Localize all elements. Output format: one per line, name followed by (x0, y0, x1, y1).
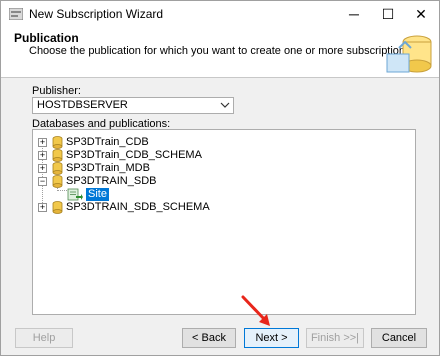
close-button[interactable]: ✕ (401, 1, 440, 28)
tree-item-label: SP3DTrain_CDB (66, 136, 149, 148)
app-icon (9, 8, 23, 20)
publication-icon (67, 188, 83, 201)
red-arrow-icon (241, 295, 270, 326)
tree-item-label: SP3DTRAIN_SDB (66, 175, 157, 187)
wizard-header: Publication Choose the publication for w… (1, 28, 439, 78)
expand-icon[interactable]: + (38, 137, 47, 147)
expand-icon[interactable]: + (38, 202, 47, 212)
database-icon (52, 162, 63, 175)
tree-connector (57, 190, 67, 191)
collapse-icon[interactable]: − (38, 176, 47, 186)
page-subtitle: Choose the publication for which you wan… (29, 45, 414, 57)
cancel-button[interactable]: Cancel (371, 328, 427, 348)
page-title: Publication (14, 31, 79, 45)
title-bar: New Subscription Wizard ─ ☐ ✕ (1, 1, 439, 28)
publisher-value: HOSTDBSERVER (37, 99, 128, 111)
database-icon (52, 149, 63, 162)
tree-item-label: SP3DTRAIN_SDB_SCHEMA (66, 201, 210, 213)
database-icon (52, 201, 63, 214)
expand-icon[interactable]: + (38, 163, 47, 173)
chevron-down-icon (220, 102, 230, 108)
database-icon (52, 136, 63, 149)
tree-item-label: SP3DTrain_CDB_SCHEMA (66, 149, 202, 161)
tree-item-label: SP3DTrain_MDB (66, 162, 150, 174)
finish-button[interactable]: Finish >>| (306, 328, 364, 348)
publisher-label: Publisher: (32, 85, 81, 97)
database-icon (52, 175, 63, 188)
window-title: New Subscription Wizard (29, 7, 164, 21)
next-button[interactable]: Next > (244, 328, 299, 348)
publisher-dropdown[interactable]: HOSTDBSERVER (32, 97, 234, 114)
tree-item-label: Site (86, 188, 109, 201)
back-button[interactable]: < Back (182, 328, 236, 348)
publications-tree[interactable]: + SP3DTrain_CDB + SP3DTrain_CDB_SCHEMA +… (32, 129, 416, 315)
wizard-window: New Subscription Wizard ─ ☐ ✕ Publicatio… (0, 0, 440, 356)
wizard-banner-icon (386, 35, 432, 73)
help-button[interactable]: Help (15, 328, 73, 348)
expand-icon[interactable]: + (38, 150, 47, 160)
